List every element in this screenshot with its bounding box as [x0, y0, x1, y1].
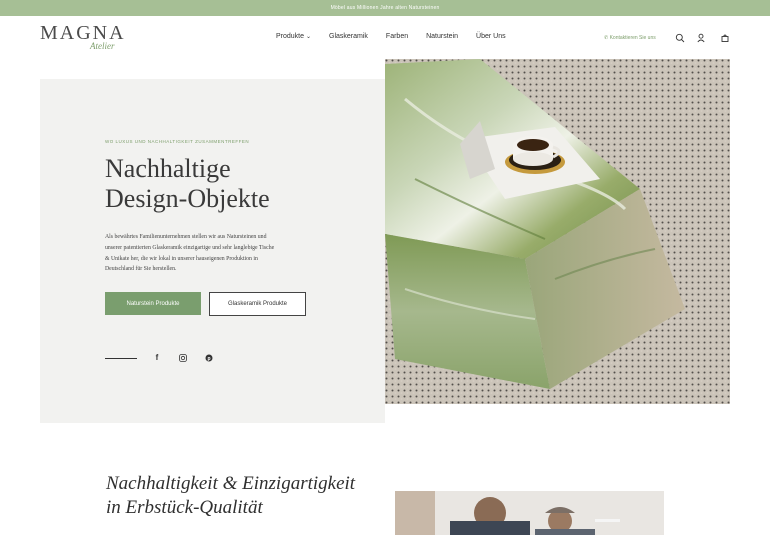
hero-description: Als bewährtes Familienunternehmen stelle… [105, 234, 275, 273]
svg-text:p: p [207, 356, 210, 362]
cart-icon[interactable] [720, 33, 730, 43]
section-title: Nachhaltigkeit & Einzigartigkeit in Erbs… [106, 472, 355, 520]
announcement-bar: Möbel aus Millionen Jahre alten Naturste… [0, 0, 770, 16]
section-title-line2: in Erbstück-Qualität [106, 497, 263, 518]
whatsapp-icon: ✆ [604, 35, 609, 41]
hero-eyebrow: WO LUXUS UND NACHHALTIGKEIT ZUSAMMENTREF… [105, 139, 250, 144]
contact-link[interactable]: ✆ Kontaktieren Sie uns [604, 35, 656, 41]
nav-item-naturstein[interactable]: Naturstein [426, 33, 458, 40]
brand-logo-sub: Atelier [90, 41, 115, 51]
pinterest-icon[interactable]: p [204, 353, 214, 363]
naturstein-products-button[interactable]: Naturstein Produkte [105, 292, 201, 315]
hero-title: Nachhaltige Design-Objekte [105, 154, 365, 214]
hero-title-line2: Design-Objekte [105, 184, 270, 213]
glaskeramik-products-button[interactable]: Glaskeramik Produkte [209, 292, 306, 316]
account-icon[interactable] [696, 33, 706, 43]
main-nav: Produkte ⌄ Glaskeramik Farben Naturstein… [276, 33, 506, 40]
site-header: MAGNA Atelier Produkte ⌄ Glaskeramik Far… [0, 16, 770, 58]
hero-title-line1: Nachhaltige [105, 154, 231, 183]
facebook-icon[interactable]: f [152, 353, 162, 363]
contact-label: Kontaktieren Sie uns [609, 35, 656, 41]
search-icon[interactable] [675, 33, 685, 43]
chevron-down-icon: ⌄ [305, 34, 312, 40]
instagram-icon[interactable] [178, 353, 188, 363]
announcement-text: Möbel aus Millionen Jahre alten Naturste… [330, 5, 440, 11]
craftsmen-photo [395, 491, 664, 535]
nav-item-ueber-uns[interactable]: Über Uns [476, 33, 506, 40]
nav-item-farben[interactable]: Farben [386, 33, 408, 40]
onyx-table-image [385, 59, 730, 404]
nav-item-produkte[interactable]: Produkte ⌄ [276, 33, 311, 40]
section-title-line1: Nachhaltigkeit & Einzigartigkeit [106, 473, 356, 494]
nav-item-glaskeramik[interactable]: Glaskeramik [329, 33, 368, 40]
social-divider [105, 358, 137, 359]
